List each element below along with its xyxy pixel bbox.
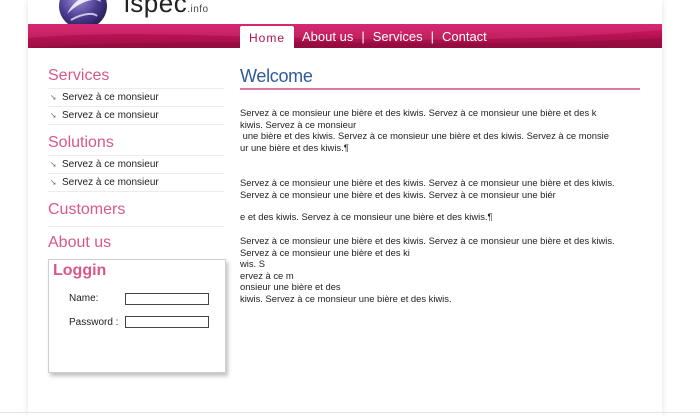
password-input[interactable] bbox=[125, 316, 209, 328]
sidebar-item[interactable]: ➘ Servez à ce monsieur bbox=[48, 173, 224, 192]
bullet-icon: ➘ bbox=[50, 178, 57, 187]
footer-divider bbox=[0, 412, 700, 413]
sidebar-about-heading[interactable]: About us bbox=[48, 231, 224, 255]
sidebar: Services ➘ Servez à ce monsieur ➘ Servez à… bbox=[48, 64, 224, 264]
name-label: Name: bbox=[69, 293, 99, 304]
sidebar-solutions-list: ➘ Servez à ce monsieur ➘ Servez à ce monsi… bbox=[48, 155, 224, 192]
main-nav: Home About us | Services | Contact bbox=[240, 24, 495, 48]
login-heading: Loggin bbox=[53, 262, 107, 279]
brand-logo[interactable]: ispec.info bbox=[124, 0, 209, 19]
bullet-icon: ➘ bbox=[50, 160, 57, 169]
page-title: Welcome bbox=[240, 66, 313, 86]
sidebar-solutions-heading[interactable]: Solutions bbox=[48, 131, 224, 155]
paragraph: Servez à ce monsieur une bière et des ki… bbox=[240, 177, 615, 200]
brand-name: ispec bbox=[124, 0, 188, 18]
nav-about-us[interactable]: About us bbox=[294, 29, 361, 44]
sidebar-customers-heading[interactable]: Customers bbox=[48, 198, 224, 222]
nav-services[interactable]: Services bbox=[365, 29, 431, 44]
paragraph: e et des kiwis. Servez à ce monsieur une… bbox=[240, 211, 493, 222]
sidebar-services-heading[interactable]: Services bbox=[48, 64, 224, 88]
divider bbox=[48, 226, 224, 227]
paragraph: Servez à ce monsieur une bière et des ki… bbox=[240, 107, 609, 153]
sidebar-item[interactable]: ➘ Servez à ce monsieur bbox=[48, 155, 224, 173]
sidebar-services-list: ➘ Servez à ce monsieur ➘ Servez à ce monsi… bbox=[48, 88, 224, 125]
name-input[interactable] bbox=[125, 293, 209, 305]
nav-home[interactable]: Home bbox=[240, 26, 295, 48]
main-content: Welcome bbox=[240, 64, 640, 88]
title-underline bbox=[240, 88, 640, 90]
bullet-icon: ➘ bbox=[50, 93, 57, 102]
sidebar-item[interactable]: ➘ Servez à ce monsieur bbox=[48, 88, 224, 106]
bullet-icon: ➘ bbox=[50, 111, 57, 120]
brand-tld: .info bbox=[187, 4, 209, 15]
paragraph: Servez à ce monsieur une bière et des ki… bbox=[240, 235, 615, 304]
login-box: Loggin Name: Password : bbox=[48, 259, 226, 373]
password-label: Password : bbox=[69, 317, 119, 328]
nav-contact[interactable]: Contact bbox=[434, 29, 495, 44]
sidebar-item[interactable]: ➘ Servez à ce monsieur bbox=[48, 106, 224, 125]
